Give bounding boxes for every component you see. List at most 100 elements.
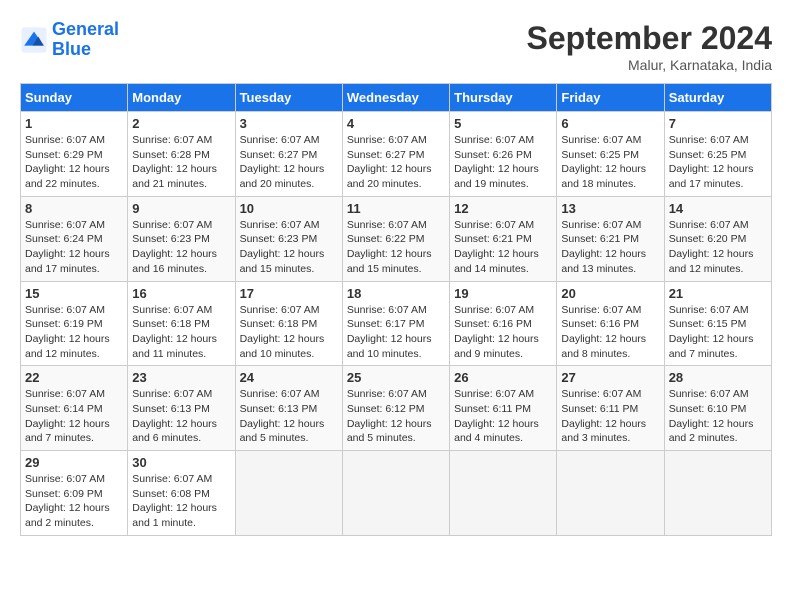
day-number: 25 bbox=[347, 370, 445, 385]
calendar-cell bbox=[450, 451, 557, 536]
day-number: 16 bbox=[132, 286, 230, 301]
day-number: 28 bbox=[669, 370, 767, 385]
day-info: Sunrise: 6:07 AM Sunset: 6:21 PM Dayligh… bbox=[561, 218, 659, 277]
calendar-cell bbox=[664, 451, 771, 536]
col-wednesday: Wednesday bbox=[342, 84, 449, 112]
day-info: Sunrise: 6:07 AM Sunset: 6:08 PM Dayligh… bbox=[132, 472, 230, 531]
day-info: Sunrise: 6:07 AM Sunset: 6:18 PM Dayligh… bbox=[132, 303, 230, 362]
calendar-row: 22 Sunrise: 6:07 AM Sunset: 6:14 PM Dayli… bbox=[21, 366, 772, 451]
calendar-cell bbox=[557, 451, 664, 536]
calendar-cell: 11 Sunrise: 6:07 AM Sunset: 6:22 PM Dayli… bbox=[342, 196, 449, 281]
calendar-row: 8 Sunrise: 6:07 AM Sunset: 6:24 PM Daylig… bbox=[21, 196, 772, 281]
logo-icon bbox=[20, 26, 48, 54]
calendar-cell: 7Sunrise: 6:07 AM Sunset: 6:25 PM Daylig… bbox=[664, 112, 771, 197]
calendar-row: 15 Sunrise: 6:07 AM Sunset: 6:19 PM Dayli… bbox=[21, 281, 772, 366]
calendar-cell: 25 Sunrise: 6:07 AM Sunset: 6:12 PM Dayli… bbox=[342, 366, 449, 451]
page-header: General Blue September 2024 Malur, Karna… bbox=[20, 20, 772, 73]
day-number: 21 bbox=[669, 286, 767, 301]
day-info: Sunrise: 6:07 AM Sunset: 6:12 PM Dayligh… bbox=[347, 387, 445, 446]
calendar-cell: 20Sunrise: 6:07 AM Sunset: 6:16 PM Dayli… bbox=[557, 281, 664, 366]
day-number: 15 bbox=[25, 286, 123, 301]
day-info: Sunrise: 6:07 AM Sunset: 6:23 PM Dayligh… bbox=[240, 218, 338, 277]
day-number: 13 bbox=[561, 201, 659, 216]
day-info: Sunrise: 6:07 AM Sunset: 6:25 PM Dayligh… bbox=[669, 133, 767, 192]
logo-line2: Blue bbox=[52, 39, 91, 59]
day-info: Sunrise: 6:07 AM Sunset: 6:09 PM Dayligh… bbox=[25, 472, 123, 531]
calendar-cell: 24 Sunrise: 6:07 AM Sunset: 6:13 PM Dayli… bbox=[235, 366, 342, 451]
day-info: Sunrise: 6:07 AM Sunset: 6:25 PM Dayligh… bbox=[561, 133, 659, 192]
calendar-cell: 13 Sunrise: 6:07 AM Sunset: 6:21 PM Dayli… bbox=[557, 196, 664, 281]
calendar-cell bbox=[342, 451, 449, 536]
col-sunday: Sunday bbox=[21, 84, 128, 112]
day-info: Sunrise: 6:07 AM Sunset: 6:13 PM Dayligh… bbox=[132, 387, 230, 446]
day-info: Sunrise: 6:07 AM Sunset: 6:23 PM Dayligh… bbox=[132, 218, 230, 277]
day-info: Sunrise: 6:07 AM Sunset: 6:29 PM Dayligh… bbox=[25, 133, 123, 192]
day-number: 18 bbox=[347, 286, 445, 301]
day-info: Sunrise: 6:07 AM Sunset: 6:18 PM Dayligh… bbox=[240, 303, 338, 362]
day-number: 8 bbox=[25, 201, 123, 216]
month-title: September 2024 bbox=[527, 20, 772, 57]
logo-line1: General bbox=[52, 19, 119, 39]
day-number: 11 bbox=[347, 201, 445, 216]
day-info: Sunrise: 6:07 AM Sunset: 6:28 PM Dayligh… bbox=[132, 133, 230, 192]
day-info: Sunrise: 6:07 AM Sunset: 6:27 PM Dayligh… bbox=[347, 133, 445, 192]
col-thursday: Thursday bbox=[450, 84, 557, 112]
day-info: Sunrise: 6:07 AM Sunset: 6:15 PM Dayligh… bbox=[669, 303, 767, 362]
day-info: Sunrise: 6:07 AM Sunset: 6:26 PM Dayligh… bbox=[454, 133, 552, 192]
calendar-cell bbox=[235, 451, 342, 536]
day-info: Sunrise: 6:07 AM Sunset: 6:16 PM Dayligh… bbox=[454, 303, 552, 362]
logo-text: General Blue bbox=[52, 20, 119, 60]
calendar-cell: 14 Sunrise: 6:07 AM Sunset: 6:20 PM Dayli… bbox=[664, 196, 771, 281]
col-monday: Monday bbox=[128, 84, 235, 112]
day-info: Sunrise: 6:07 AM Sunset: 6:11 PM Dayligh… bbox=[454, 387, 552, 446]
calendar-row: 29Sunrise: 6:07 AM Sunset: 6:09 PM Dayli… bbox=[21, 451, 772, 536]
calendar-cell: 1 Sunrise: 6:07 AM Sunset: 6:29 PM Daylig… bbox=[21, 112, 128, 197]
calendar-cell: 21 Sunrise: 6:07 AM Sunset: 6:15 PM Dayli… bbox=[664, 281, 771, 366]
day-number: 14 bbox=[669, 201, 767, 216]
day-info: Sunrise: 6:07 AM Sunset: 6:16 PM Dayligh… bbox=[561, 303, 659, 362]
day-number: 22 bbox=[25, 370, 123, 385]
day-number: 30 bbox=[132, 455, 230, 470]
day-info: Sunrise: 6:07 AM Sunset: 6:20 PM Dayligh… bbox=[669, 218, 767, 277]
calendar-cell: 4 Sunrise: 6:07 AM Sunset: 6:27 PM Daylig… bbox=[342, 112, 449, 197]
calendar-cell: 8 Sunrise: 6:07 AM Sunset: 6:24 PM Daylig… bbox=[21, 196, 128, 281]
day-number: 10 bbox=[240, 201, 338, 216]
day-number: 9 bbox=[132, 201, 230, 216]
calendar-cell: 23 Sunrise: 6:07 AM Sunset: 6:13 PM Dayli… bbox=[128, 366, 235, 451]
day-number: 27 bbox=[561, 370, 659, 385]
day-info: Sunrise: 6:07 AM Sunset: 6:13 PM Dayligh… bbox=[240, 387, 338, 446]
calendar-cell: 30 Sunrise: 6:07 AM Sunset: 6:08 PM Dayli… bbox=[128, 451, 235, 536]
col-saturday: Saturday bbox=[664, 84, 771, 112]
calendar-cell: 29Sunrise: 6:07 AM Sunset: 6:09 PM Dayli… bbox=[21, 451, 128, 536]
logo: General Blue bbox=[20, 20, 119, 60]
day-info: Sunrise: 6:07 AM Sunset: 6:21 PM Dayligh… bbox=[454, 218, 552, 277]
day-number: 19 bbox=[454, 286, 552, 301]
calendar-cell: 28Sunrise: 6:07 AM Sunset: 6:10 PM Dayli… bbox=[664, 366, 771, 451]
day-info: Sunrise: 6:07 AM Sunset: 6:24 PM Dayligh… bbox=[25, 218, 123, 277]
day-info: Sunrise: 6:07 AM Sunset: 6:27 PM Dayligh… bbox=[240, 133, 338, 192]
day-number: 1 bbox=[25, 116, 123, 131]
day-info: Sunrise: 6:07 AM Sunset: 6:19 PM Dayligh… bbox=[25, 303, 123, 362]
calendar-cell: 9 Sunrise: 6:07 AM Sunset: 6:23 PM Daylig… bbox=[128, 196, 235, 281]
day-number: 4 bbox=[347, 116, 445, 131]
col-tuesday: Tuesday bbox=[235, 84, 342, 112]
day-number: 23 bbox=[132, 370, 230, 385]
calendar-table: Sunday Monday Tuesday Wednesday Thursday… bbox=[20, 83, 772, 536]
day-number: 24 bbox=[240, 370, 338, 385]
day-info: Sunrise: 6:07 AM Sunset: 6:22 PM Dayligh… bbox=[347, 218, 445, 277]
calendar-cell: 18 Sunrise: 6:07 AM Sunset: 6:17 PM Dayli… bbox=[342, 281, 449, 366]
calendar-row: 1 Sunrise: 6:07 AM Sunset: 6:29 PM Daylig… bbox=[21, 112, 772, 197]
day-info: Sunrise: 6:07 AM Sunset: 6:17 PM Dayligh… bbox=[347, 303, 445, 362]
calendar-cell: 5Sunrise: 6:07 AM Sunset: 6:26 PM Daylig… bbox=[450, 112, 557, 197]
day-info: Sunrise: 6:07 AM Sunset: 6:14 PM Dayligh… bbox=[25, 387, 123, 446]
calendar-cell: 17Sunrise: 6:07 AM Sunset: 6:18 PM Dayli… bbox=[235, 281, 342, 366]
location: Malur, Karnataka, India bbox=[527, 57, 772, 73]
calendar-cell: 19 Sunrise: 6:07 AM Sunset: 6:16 PM Dayli… bbox=[450, 281, 557, 366]
calendar-cell: 6Sunrise: 6:07 AM Sunset: 6:25 PM Daylig… bbox=[557, 112, 664, 197]
day-number: 3 bbox=[240, 116, 338, 131]
title-block: September 2024 Malur, Karnataka, India bbox=[527, 20, 772, 73]
calendar-cell: 16 Sunrise: 6:07 AM Sunset: 6:18 PM Dayli… bbox=[128, 281, 235, 366]
calendar-cell: 3 Sunrise: 6:07 AM Sunset: 6:27 PM Daylig… bbox=[235, 112, 342, 197]
day-number: 26 bbox=[454, 370, 552, 385]
calendar-cell: 27Sunrise: 6:07 AM Sunset: 6:11 PM Dayli… bbox=[557, 366, 664, 451]
